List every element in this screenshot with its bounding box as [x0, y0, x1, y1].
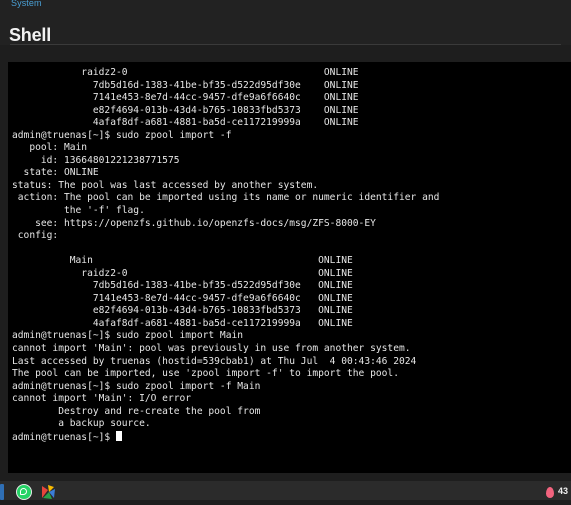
terminal-line: admin@truenas[~]$ sudo zpool import Main: [12, 330, 244, 342]
photos-glyph: [42, 485, 55, 499]
terminal-line: 4afaf8df-a681-4881-ba5d-ce117219999a ONL…: [12, 117, 359, 129]
header-divider: [10, 44, 561, 45]
terminal-line: raidz2-0 ONLINE: [12, 267, 353, 279]
terminal-line: state: ONLINE: [12, 167, 99, 179]
breadcrumb[interactable]: System: [11, 0, 42, 8]
terminal-line: see: https://openzfs.github.io/openzfs-d…: [12, 217, 376, 229]
terminal-line: 7141e453-8e7d-44cc-9457-dfe9a6f6640c ONL…: [12, 92, 359, 104]
terminal-line: e82f4694-013b-43d4-b765-10833fbd5373 ONL…: [12, 305, 353, 317]
terminal-line: action: The pool can be imported using i…: [12, 192, 440, 204]
terminal-line: the '-f' flag.: [12, 205, 145, 217]
terminal-line: 7db5d16d-1383-41be-bf35-d522d95df30e ONL…: [12, 280, 353, 292]
page-header: System Shell: [0, 0, 571, 45]
terminal-line: Main ONLINE: [12, 255, 353, 267]
page-title: Shell: [9, 25, 52, 46]
notification-indicator-icon[interactable]: [546, 487, 554, 498]
terminal-line: cannot import 'Main': pool was previousl…: [12, 343, 411, 355]
shell-terminal[interactable]: raidz2-0 ONLINE 7db5d16d-1383-41be-bf35-…: [8, 62, 571, 473]
terminal-line: raidz2-0 ONLINE: [12, 67, 359, 78]
terminal-line: 7141e453-8e7d-44cc-9457-dfe9a6f6640c ONL…: [12, 292, 353, 304]
photos-icon[interactable]: [41, 484, 57, 500]
terminal-line: 7db5d16d-1383-41be-bf35-d522d95df30e ONL…: [12, 79, 359, 91]
whatsapp-icon[interactable]: [16, 484, 32, 500]
terminal-line: status: The pool was last accessed by an…: [12, 179, 319, 191]
terminal-line: cannot import 'Main': I/O error: [12, 393, 192, 405]
terminal-line: id: 13664801221238771575: [12, 154, 180, 166]
terminal-line: admin@truenas[~]$ sudo zpool import -f M…: [12, 380, 261, 392]
edge-browser-icon[interactable]: [0, 484, 4, 500]
terminal-line: e82f4694-013b-43d4-b765-10833fbd5373 ONL…: [12, 104, 359, 116]
taskbar-clock[interactable]: 43: [558, 486, 571, 497]
terminal-line: a backup source.: [12, 418, 151, 430]
terminal-line: pool: Main: [12, 142, 88, 154]
terminal-line: 4afaf8df-a681-4881-ba5d-ce117219999a ONL…: [12, 317, 353, 329]
terminal-line: config:: [12, 230, 59, 242]
terminal-line: admin@truenas[~]$ sudo zpool import -f: [12, 129, 232, 141]
terminal-line: Last accessed by truenas (hostid=539cbab…: [12, 355, 417, 367]
os-taskbar: 43: [0, 481, 571, 500]
terminal-cursor: [115, 430, 122, 441]
terminal-output: raidz2-0 ONLINE 7db5d16d-1383-41be-bf35-…: [12, 67, 439, 443]
terminal-prompt-line[interactable]: admin@truenas[~]$: [12, 430, 439, 444]
terminal-prompt: admin@truenas[~]$: [12, 431, 116, 443]
terminal-line: Destroy and re-create the pool from: [12, 405, 261, 417]
terminal-line: The pool can be imported, use 'zpool imp…: [12, 368, 399, 380]
